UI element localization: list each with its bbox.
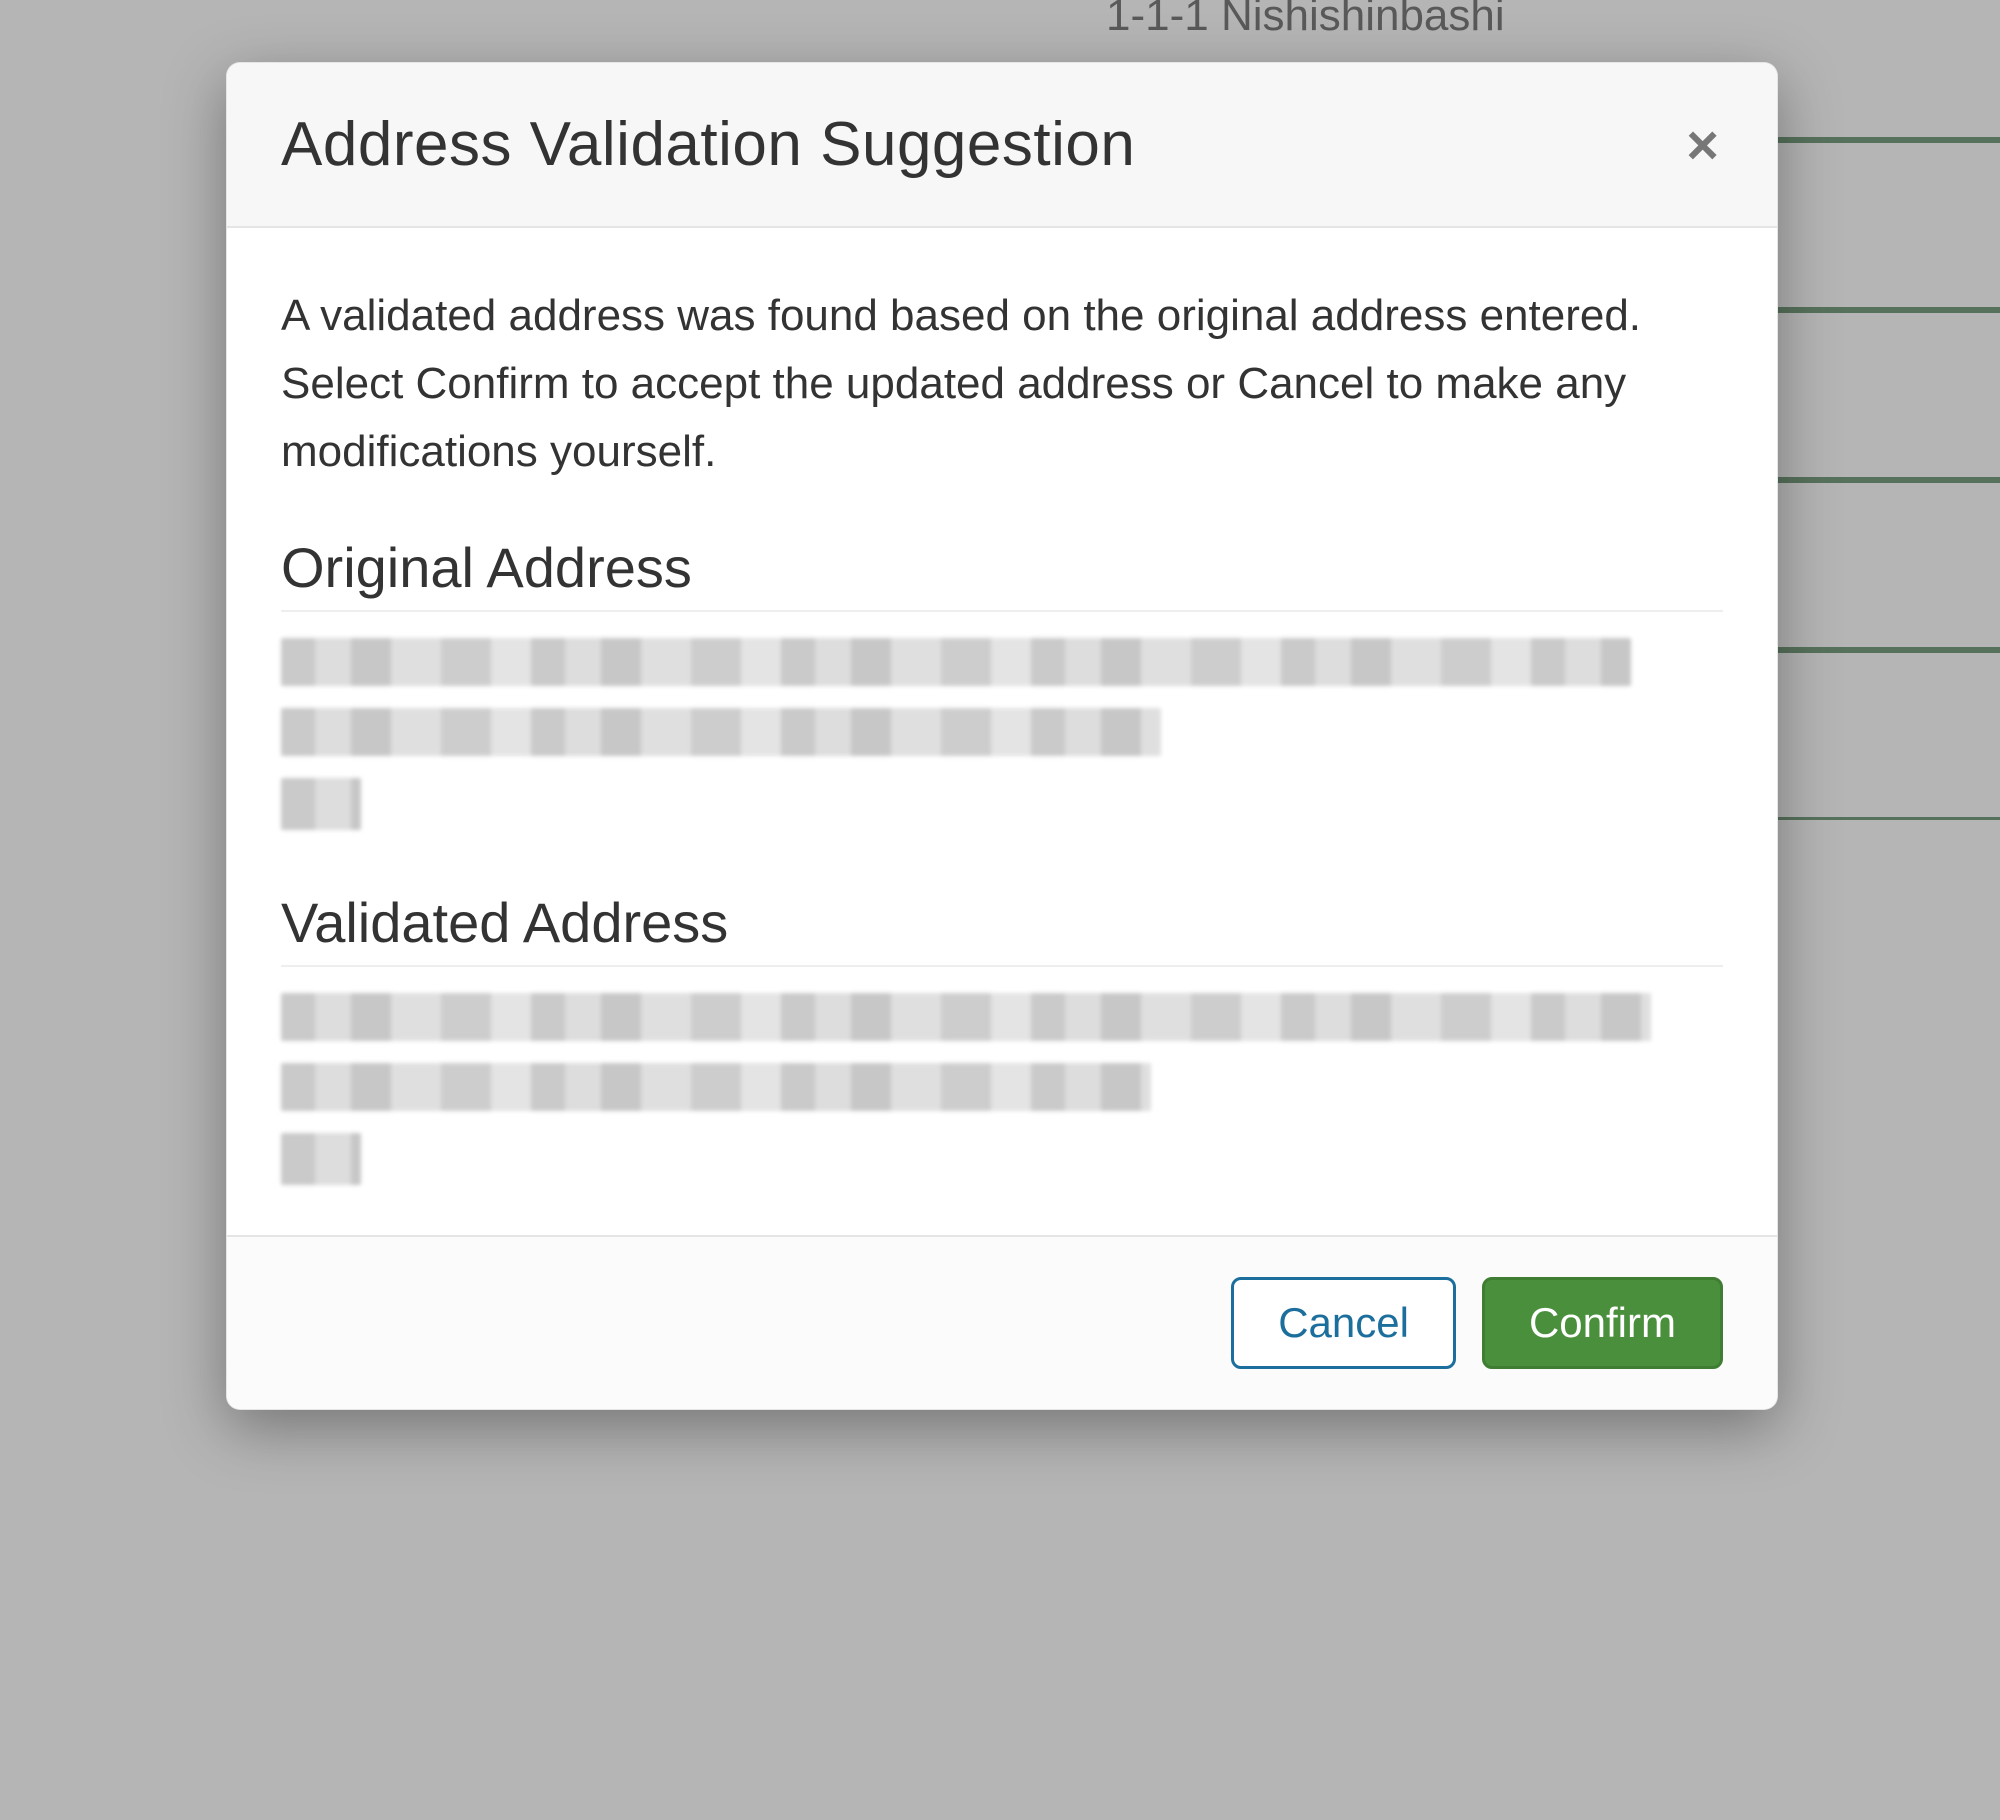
original-address-heading: Original Address bbox=[281, 535, 1723, 612]
background-text-fragment: he link and bbox=[0, 636, 220, 698]
address-validation-modal: Address Validation Suggestion × A valida… bbox=[226, 62, 1778, 1410]
modal-body: A validated address was found based on t… bbox=[227, 228, 1777, 1235]
redacted-address-lines bbox=[281, 985, 1723, 1185]
modal-header: Address Validation Suggestion × bbox=[227, 63, 1777, 228]
redacted-line bbox=[281, 1133, 361, 1185]
close-icon: × bbox=[1686, 113, 1719, 176]
original-address-block bbox=[281, 630, 1723, 830]
background-address-text: 1-1-1 Nishishinbashi bbox=[1106, 0, 1505, 40]
background-text-fragment: ention to bbox=[0, 1118, 220, 1180]
background-text-fragment: resale. bbox=[0, 1002, 220, 1064]
background-heading-fragment: ad and a bbox=[0, 440, 220, 502]
redacted-line bbox=[281, 993, 1651, 1041]
validated-address-block bbox=[281, 985, 1723, 1185]
redacted-line bbox=[281, 1063, 1151, 1111]
modal-description: A validated address was found based on t… bbox=[281, 282, 1723, 487]
redacted-address-lines bbox=[281, 630, 1723, 830]
validated-address-heading: Validated Address bbox=[281, 890, 1723, 967]
modal-title: Address Validation Suggestion bbox=[281, 109, 1135, 180]
confirm-button[interactable]: Confirm bbox=[1482, 1277, 1723, 1369]
redacted-line bbox=[281, 708, 1161, 756]
cancel-button[interactable]: Cancel bbox=[1231, 1277, 1456, 1369]
redacted-line bbox=[281, 638, 1631, 686]
redacted-line bbox=[281, 778, 361, 830]
close-button[interactable]: × bbox=[1682, 117, 1723, 173]
modal-footer: Cancel Confirm bbox=[227, 1235, 1777, 1409]
